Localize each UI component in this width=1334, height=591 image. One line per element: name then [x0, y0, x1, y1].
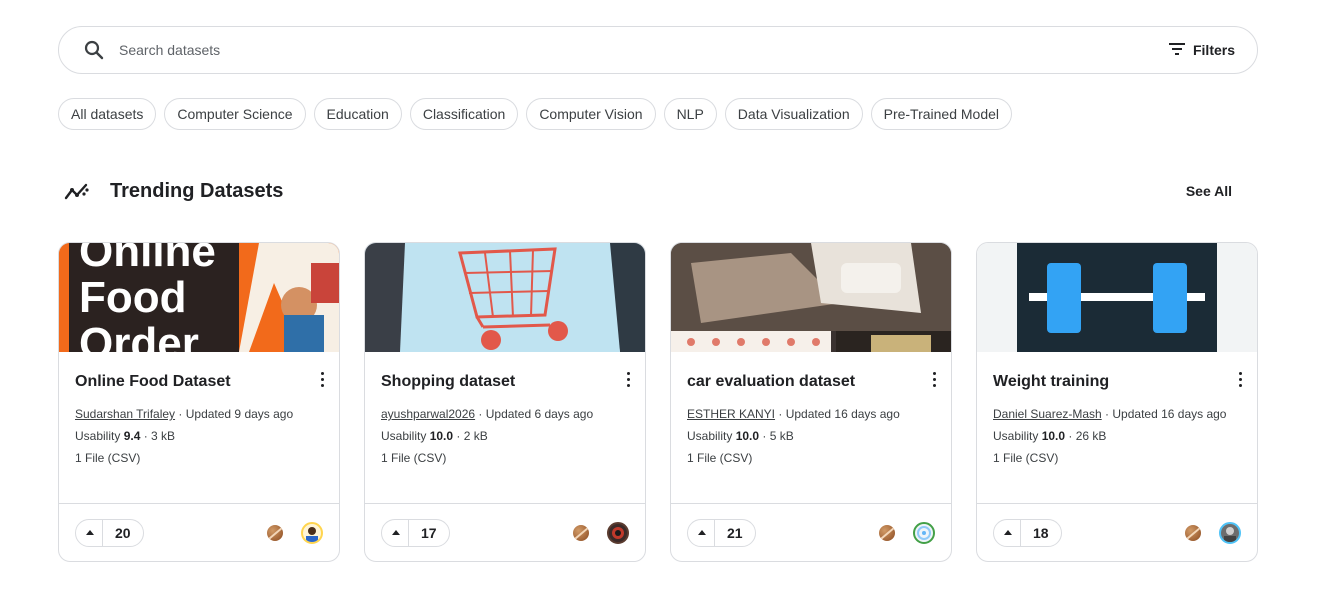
filters-label: Filters	[1192, 42, 1235, 58]
upvote-button[interactable]: 17	[381, 518, 450, 547]
dataset-cards: Online Food Order Online Food Dataset Su…	[58, 242, 1258, 562]
search-input[interactable]	[119, 42, 1169, 58]
usability-label: Usability	[687, 429, 736, 443]
dataset-card[interactable]: Shopping dataset ayushparwal2026 · Updat…	[364, 242, 646, 562]
updated-text: · Updated 9 days ago	[175, 407, 294, 421]
thumbnail-text: Online	[79, 243, 216, 276]
thumbnail-text: Order	[79, 319, 199, 353]
card-title[interactable]: car evaluation dataset	[687, 373, 935, 391]
search-bar[interactable]: Filters	[58, 26, 1258, 74]
dataset-thumbnail	[671, 243, 951, 352]
vote-count: 21	[727, 524, 743, 541]
author-link[interactable]: ayushparwal2026	[381, 407, 475, 421]
file-size: · 3 kB	[140, 429, 176, 443]
upvote-icon	[86, 530, 94, 535]
chip-education[interactable]: Education	[313, 98, 402, 130]
usability-score: 10.0	[735, 429, 760, 443]
chip-data-visualization[interactable]: Data Visualization	[724, 98, 863, 130]
upvote-button[interactable]: 18	[993, 518, 1062, 547]
file-count: 1 File (CSV)	[75, 451, 141, 465]
file-count: 1 File (CSV)	[993, 451, 1059, 465]
bronze-medal-icon	[1185, 524, 1201, 541]
updated-text: · Updated 16 days ago	[775, 407, 900, 421]
dataset-card[interactable]: Weight training Daniel Suarez-Mash · Upd…	[976, 242, 1258, 562]
vote-count: 18	[1033, 524, 1049, 541]
usability-score: 9.4	[123, 429, 141, 443]
trending-section-header: Trending Datasets See All	[64, 176, 1232, 206]
usability-score: 10.0	[429, 429, 454, 443]
card-title[interactable]: Shopping dataset	[381, 373, 629, 391]
file-count: 1 File (CSV)	[687, 451, 753, 465]
dataset-thumbnail	[977, 243, 1257, 352]
section-title: Trending Datasets	[110, 179, 284, 202]
see-all-link[interactable]: See All	[1186, 183, 1232, 199]
more-vert-icon[interactable]	[623, 370, 633, 388]
dataset-thumbnail	[365, 243, 645, 352]
filter-icon	[1168, 42, 1185, 58]
bronze-medal-icon	[267, 524, 283, 541]
updated-text: · Updated 6 days ago	[475, 407, 594, 421]
author-link[interactable]: Daniel Suarez-Mash	[993, 407, 1102, 421]
dataset-thumbnail: Online Food Order	[59, 243, 339, 352]
author-link[interactable]: ESTHER KANYI	[687, 407, 775, 421]
user-avatar[interactable]	[301, 521, 323, 544]
more-vert-icon[interactable]	[1235, 370, 1245, 388]
more-vert-icon[interactable]	[317, 370, 327, 388]
dataset-card[interactable]: Online Food Order Online Food Dataset Su…	[58, 242, 340, 562]
file-size: · 5 kB	[759, 429, 794, 443]
card-title[interactable]: Online Food Dataset	[75, 373, 323, 391]
upvote-icon	[392, 530, 400, 535]
upvote-button[interactable]: 20	[75, 518, 144, 547]
user-avatar[interactable]	[607, 521, 629, 544]
upvote-icon	[698, 530, 706, 535]
usability-label: Usability	[75, 429, 124, 443]
chip-pre-trained-model[interactable]: Pre-Trained Model	[870, 98, 1013, 130]
chip-all-datasets[interactable]: All datasets	[58, 98, 157, 130]
search-icon	[83, 39, 105, 61]
updated-text: · Updated 16 days ago	[1101, 407, 1227, 421]
card-title[interactable]: Weight training	[993, 373, 1241, 391]
author-link[interactable]: Sudarshan Trifaley	[75, 407, 175, 421]
chip-classification[interactable]: Classification	[409, 98, 519, 130]
bronze-medal-icon	[879, 524, 895, 541]
dataset-card[interactable]: car evaluation dataset ESTHER KANYI · Up…	[670, 242, 952, 562]
user-avatar[interactable]	[913, 521, 935, 544]
filters-button[interactable]: Filters	[1168, 42, 1235, 58]
upvote-icon	[1004, 530, 1012, 535]
user-avatar[interactable]	[1219, 521, 1241, 544]
trending-icon	[64, 178, 90, 204]
vote-count: 17	[421, 524, 437, 541]
usability-label: Usability	[993, 429, 1042, 443]
chip-computer-science[interactable]: Computer Science	[164, 98, 306, 130]
bronze-medal-icon	[573, 524, 589, 541]
chip-computer-vision[interactable]: Computer Vision	[526, 98, 656, 130]
more-vert-icon[interactable]	[929, 370, 939, 388]
file-size: · 26 kB	[1065, 429, 1107, 443]
usability-label: Usability	[381, 429, 430, 443]
file-count: 1 File (CSV)	[381, 451, 447, 465]
file-size: · 2 kB	[453, 429, 488, 443]
category-chips: All datasets Computer Science Education …	[58, 98, 1013, 130]
thumbnail-text: Food	[79, 273, 187, 322]
vote-count: 20	[115, 524, 131, 541]
chip-nlp[interactable]: NLP	[663, 98, 717, 130]
usability-score: 10.0	[1041, 429, 1066, 443]
upvote-button[interactable]: 21	[687, 518, 756, 547]
